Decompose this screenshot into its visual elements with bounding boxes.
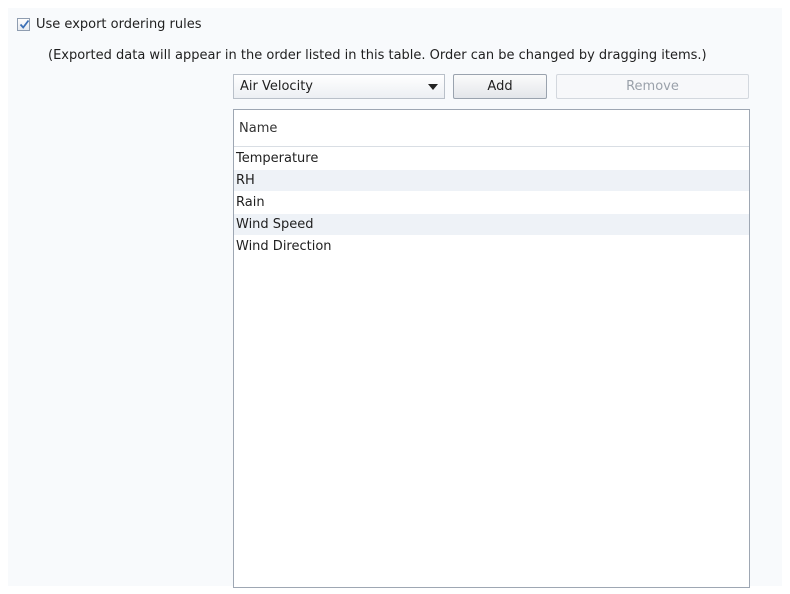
triangle-down-icon [428, 83, 438, 90]
use-export-ordering-checkbox[interactable] [17, 17, 30, 31]
add-button[interactable]: Add [453, 74, 547, 99]
table-rows: Temperature RH Rain Wind Speed Wind Dire… [234, 147, 749, 258]
checkmark-icon [19, 19, 30, 29]
export-order-table[interactable]: Name Temperature RH Rain Wind Speed Wind… [233, 109, 750, 588]
column-header-name[interactable]: Name [234, 110, 749, 147]
table-row[interactable]: Wind Direction [234, 236, 749, 258]
remove-button[interactable]: Remove [556, 74, 749, 99]
table-row[interactable]: Wind Speed [234, 214, 749, 236]
table-row[interactable]: Rain [234, 192, 749, 214]
use-export-ordering-row[interactable]: Use export ordering rules [17, 15, 202, 33]
parameter-dropdown[interactable]: Air Velocity [233, 74, 445, 99]
export-order-hint: (Exported data will appear in the order … [48, 48, 707, 63]
table-row[interactable]: Temperature [234, 148, 749, 170]
use-export-ordering-label[interactable]: Use export ordering rules [36, 17, 202, 32]
table-row[interactable]: RH [234, 170, 749, 192]
dropdown-arrow[interactable] [422, 83, 444, 90]
dropdown-selected-value: Air Velocity [240, 79, 313, 94]
